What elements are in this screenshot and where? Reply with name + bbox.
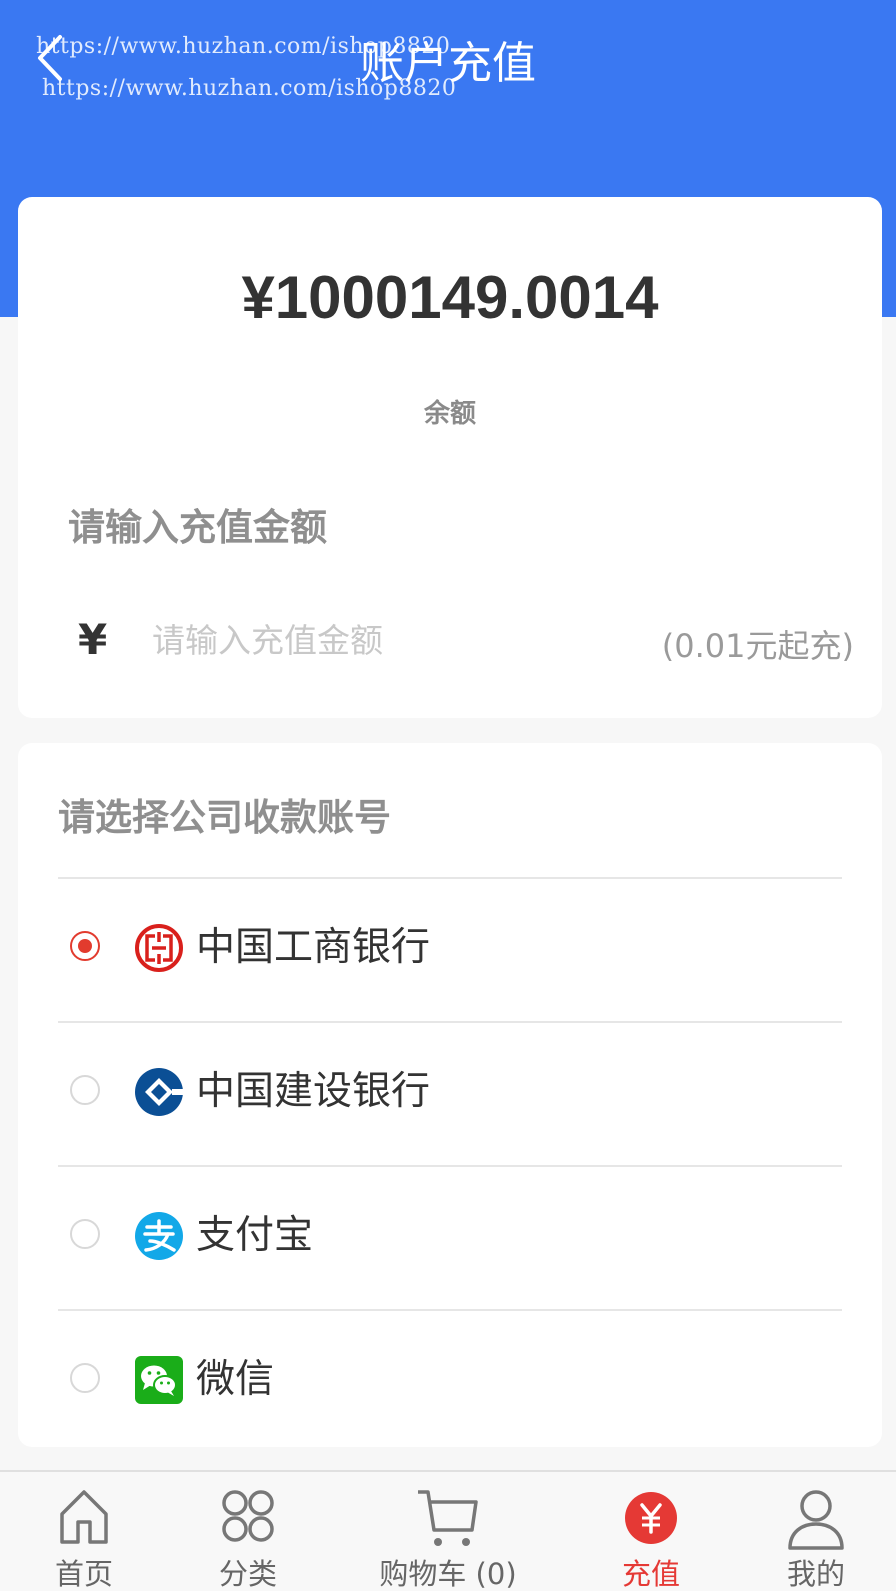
radio-unselected[interactable]	[70, 1219, 100, 1249]
amount-input-row: ¥ (0.01元起充)	[68, 611, 854, 671]
nav-label: 首页	[54, 1557, 113, 1591]
page-title: 账户充值	[360, 38, 536, 89]
account-name: 支付宝	[196, 1213, 314, 1258]
radio-unselected[interactable]	[70, 1075, 100, 1105]
nav-item-recharge[interactable]: 充值	[571, 1472, 731, 1591]
radio-unselected[interactable]	[70, 1363, 100, 1393]
account-option-wechat[interactable]: 微信	[58, 1309, 842, 1453]
user-icon	[788, 1490, 844, 1550]
minimum-amount-hint: (0.01元起充)	[661, 627, 854, 665]
balance-card: ¥1000149.0014 余额 请输入充值金额 ¥ (0.01元起充)	[18, 197, 882, 718]
payment-account-card: 请选择公司收款账号 中国工商银行 中国建设银行 支付宝 微信	[18, 743, 882, 1447]
account-option-alipay[interactable]: 支付宝	[58, 1165, 842, 1309]
nav-item-cart[interactable]: 购物车 (0)	[368, 1472, 528, 1591]
account-option-icbc[interactable]: 中国工商银行	[58, 877, 842, 1021]
category-icon	[222, 1490, 274, 1542]
balance-amount: ¥1000149.0014	[241, 264, 659, 331]
recharge-icon	[625, 1492, 677, 1544]
alipay-logo-icon	[135, 1212, 183, 1260]
nav-label: 我的	[786, 1557, 845, 1591]
account-list: 中国工商银行 中国建设银行 支付宝 微信	[58, 877, 842, 1453]
ccb-logo-icon	[135, 1068, 184, 1116]
account-selection-heading: 请选择公司收款账号	[58, 796, 391, 839]
account-name: 中国建设银行	[196, 1069, 431, 1114]
nav-label: 分类	[218, 1557, 277, 1591]
nav-label: 购物车 (0)	[379, 1557, 517, 1591]
recharge-amount-input[interactable]	[152, 613, 612, 667]
nav-label: 充值	[621, 1557, 680, 1591]
icbc-logo-icon	[135, 924, 183, 972]
bottom-navigation: 首页 分类 购物车 (0) 充值 我的	[0, 1470, 896, 1591]
balance-label: 余额	[423, 399, 476, 429]
nav-item-profile[interactable]: 我的	[736, 1472, 896, 1591]
recharge-amount-heading: 请输入充值金额	[68, 506, 327, 549]
account-name: 微信	[196, 1357, 275, 1402]
nav-item-category[interactable]: 分类	[168, 1472, 328, 1591]
radio-selected[interactable]	[70, 931, 100, 961]
currency-symbol: ¥	[78, 615, 108, 664]
nav-item-home[interactable]: 首页	[4, 1472, 164, 1591]
home-icon	[60, 1490, 108, 1544]
account-name: 中国工商银行	[196, 925, 431, 970]
recharge-page: https://www.huzhan.com/ishop8820 https:/…	[0, 0, 896, 1591]
wechat-logo-icon	[135, 1356, 183, 1404]
account-option-ccb[interactable]: 中国建设银行	[58, 1021, 842, 1165]
cart-icon	[418, 1490, 478, 1546]
